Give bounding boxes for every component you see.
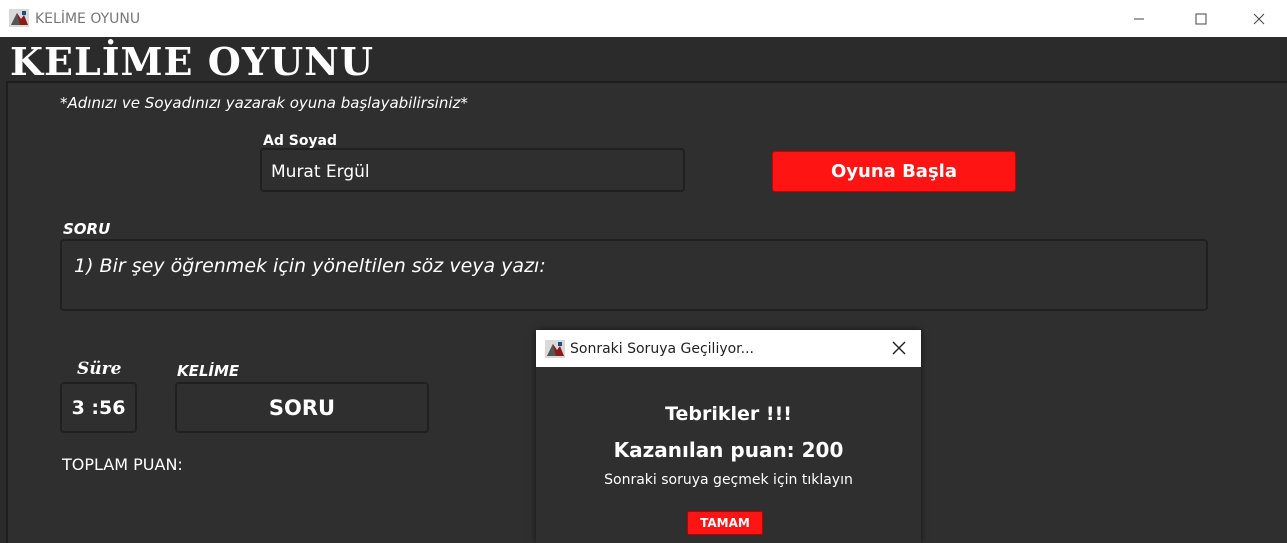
app-game-icon	[545, 340, 565, 358]
app-heading: KELİME OYUNU	[10, 39, 374, 84]
question-label: SORU	[63, 220, 111, 238]
close-button[interactable]	[1236, 0, 1282, 37]
word-display: SORU	[175, 382, 429, 433]
next-instruction: Sonraki soruya geçmek için tıklayın	[604, 472, 853, 488]
word-label: KELİME	[177, 362, 240, 380]
app-game-icon	[9, 9, 29, 27]
points-earned: Kazanılan puan: 200	[613, 438, 844, 462]
minimize-icon	[1134, 18, 1144, 19]
timer-label: Süre	[77, 359, 122, 379]
timer-display: 3 :56	[60, 382, 137, 433]
maximize-button[interactable]	[1178, 0, 1224, 37]
total-score-label: TOPLAM PUAN:	[62, 455, 183, 474]
maximize-icon	[1195, 13, 1207, 24]
question-text: 1) Bir şey öğrenmek için yöneltilen söz …	[60, 239, 1208, 311]
name-input[interactable]: Murat Ergül	[260, 148, 685, 192]
congrats-message: Tebrikler !!!	[665, 403, 792, 425]
dialog-title: Sonraki Soruya Geçiliyor...	[570, 341, 755, 357]
window-titlebar: KELİME OYUNU	[0, 0, 1287, 37]
dialog-close-button[interactable]	[888, 337, 910, 359]
dialog-titlebar: Sonraki Soruya Geçiliyor...	[536, 330, 921, 367]
minimize-button[interactable]	[1116, 0, 1162, 37]
close-icon	[1253, 13, 1265, 24]
start-game-button[interactable]: Oyuna Başla	[772, 151, 1016, 192]
next-question-dialog: Sonraki Soruya Geçiliyor... Tebrikler !!…	[536, 330, 921, 543]
instruction-hint: *Adınızı ve Soyadınızı yazarak oyuna baş…	[60, 94, 468, 112]
close-icon	[892, 341, 906, 355]
ok-button[interactable]: TAMAM	[687, 511, 763, 535]
window-title: KELİME OYUNU	[35, 11, 141, 27]
name-label: Ad Soyad	[263, 133, 338, 149]
